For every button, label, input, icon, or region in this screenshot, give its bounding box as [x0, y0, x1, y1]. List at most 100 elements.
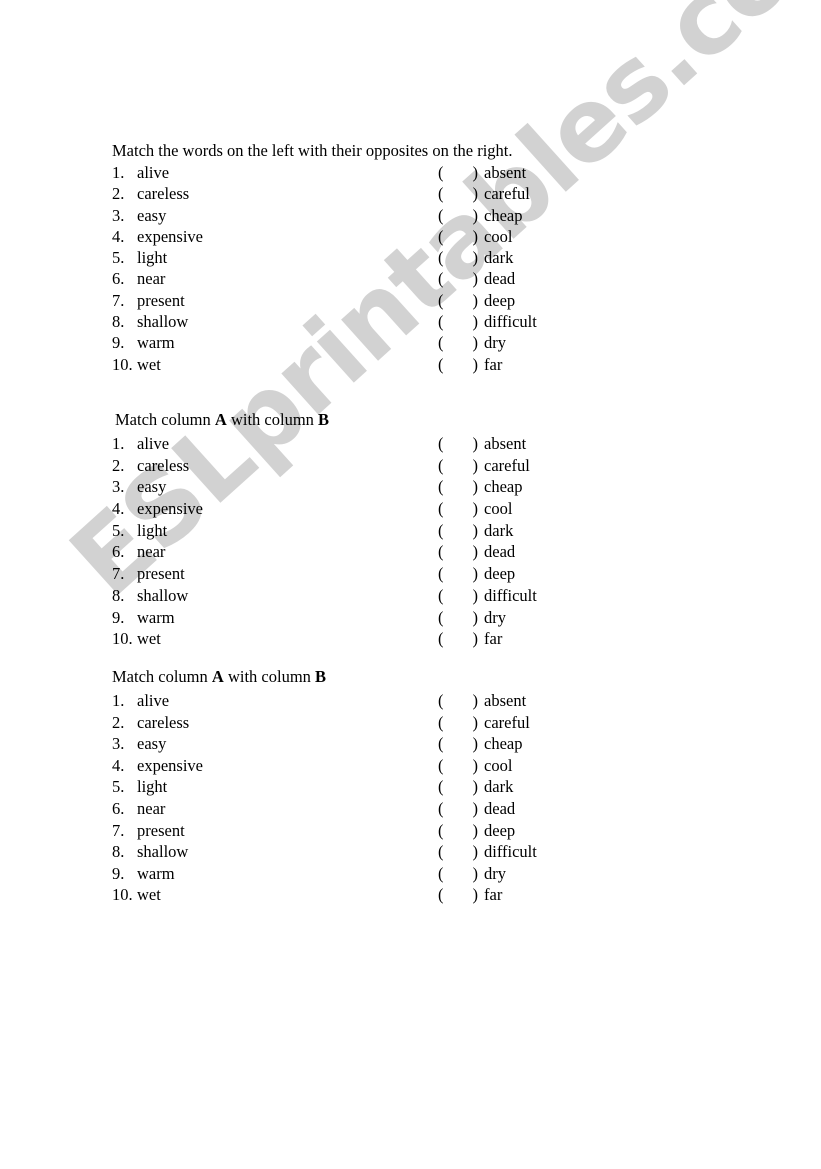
- paren-open: (: [438, 691, 444, 710]
- column-b-entry: () cool: [438, 498, 512, 520]
- item-number: 5.: [112, 777, 125, 797]
- column-b-entry: () absent: [438, 690, 526, 712]
- answer-blank[interactable]: (): [438, 162, 478, 183]
- item-number: 9.: [112, 863, 125, 883]
- answer-blank[interactable]: (): [438, 455, 478, 477]
- word-left: light: [137, 248, 168, 268]
- column-b-entry: () deep: [438, 820, 515, 842]
- column-a-entry: 10. wet: [112, 884, 438, 906]
- column-b-entry: () dry: [438, 863, 506, 885]
- matching-row: 1. alive () absent: [112, 433, 752, 455]
- word-right: dead: [484, 269, 516, 289]
- paren-open: (: [438, 455, 444, 475]
- answer-blank[interactable]: (): [438, 268, 478, 289]
- item-number: 2.: [112, 455, 125, 475]
- matching-row: 2. careless () careful: [112, 455, 752, 477]
- answer-blank[interactable]: (): [438, 776, 478, 798]
- column-a-entry: 6. near: [112, 798, 438, 820]
- answer-blank[interactable]: (): [438, 841, 478, 863]
- word-right: cheap: [484, 205, 523, 225]
- word-left: warm: [137, 863, 175, 883]
- word-left: easy: [137, 205, 167, 225]
- answer-blank[interactable]: (): [438, 712, 478, 734]
- column-a-entry: 7. present: [112, 290, 438, 311]
- column-a-entry: 5. light: [112, 520, 438, 542]
- answer-blank[interactable]: (): [438, 563, 478, 585]
- answer-blank[interactable]: (): [438, 332, 478, 353]
- item-number: 1.: [112, 163, 125, 182]
- answer-blank[interactable]: (): [438, 798, 478, 820]
- matching-row: 2. careless () careful: [112, 712, 752, 734]
- matching-row: 5. light () dark: [112, 776, 752, 798]
- word-left: shallow: [137, 585, 189, 605]
- column-b-entry: () dark: [438, 247, 513, 268]
- answer-blank[interactable]: (): [438, 290, 478, 311]
- paren-open: (: [438, 184, 444, 204]
- matching-row: 4. expensive () cool: [112, 755, 752, 777]
- paren-open: (: [438, 312, 444, 332]
- answer-blank[interactable]: (): [438, 433, 478, 455]
- word-right: cheap: [484, 477, 523, 497]
- word-left: easy: [137, 477, 167, 497]
- exercise-2-pair-list: 1. alive () absent 2. careless () careful 3. easy…: [112, 433, 752, 650]
- item-number: 9.: [112, 607, 125, 627]
- answer-blank[interactable]: (): [438, 820, 478, 842]
- word-left: careless: [137, 184, 190, 204]
- answer-blank[interactable]: (): [438, 498, 478, 520]
- word-right: cool: [484, 226, 513, 246]
- paren-open: (: [438, 885, 444, 905]
- word-left: light: [137, 777, 168, 797]
- word-left: wet: [137, 629, 161, 649]
- column-a-entry: 9. warm: [112, 332, 438, 353]
- word-right: cheap: [484, 734, 523, 754]
- column-a-entry: 4. expensive: [112, 755, 438, 777]
- answer-blank[interactable]: (): [438, 541, 478, 563]
- paren-open: (: [438, 333, 444, 353]
- answer-blank[interactable]: (): [438, 884, 478, 906]
- paren-open: (: [438, 163, 444, 182]
- answer-blank[interactable]: (): [438, 863, 478, 885]
- column-a-label: A: [211, 667, 224, 686]
- matching-row: 9. warm () dry: [112, 607, 752, 629]
- matching-row: 5. light () dark: [112, 520, 752, 542]
- answer-blank[interactable]: (): [438, 755, 478, 777]
- heading-text: Match the words on the left with their o…: [112, 141, 513, 160]
- answer-blank[interactable]: (): [438, 607, 478, 629]
- paren-open: (: [438, 542, 444, 562]
- column-a-entry: 6. near: [112, 268, 438, 289]
- word-right: absent: [484, 434, 527, 453]
- matching-row: 10. wet() far: [112, 628, 752, 650]
- item-number: 10.: [112, 629, 133, 649]
- column-a-entry: 9. warm: [112, 607, 438, 629]
- answer-blank[interactable]: (): [438, 690, 478, 712]
- answer-blank[interactable]: (): [438, 205, 478, 226]
- answer-blank[interactable]: (): [438, 183, 478, 204]
- paren-open: (: [438, 248, 444, 268]
- word-right: difficult: [484, 842, 537, 862]
- word-left: expensive: [137, 755, 203, 775]
- answer-blank[interactable]: (): [438, 247, 478, 268]
- answer-blank[interactable]: (): [438, 226, 478, 247]
- matching-row: 4. expensive () cool: [112, 226, 752, 247]
- column-a-entry: 2. careless: [112, 183, 438, 204]
- answer-blank[interactable]: (): [438, 628, 478, 650]
- answer-blank[interactable]: (): [438, 354, 478, 375]
- column-a-entry: 4. expensive: [112, 226, 438, 247]
- matching-row: 4. expensive () cool: [112, 498, 752, 520]
- column-b-entry: () far: [438, 884, 502, 906]
- matching-row: 7. present () deep: [112, 820, 752, 842]
- item-number: 6.: [112, 269, 125, 289]
- exercise-3-heading: Match column A with column B: [112, 666, 752, 687]
- answer-blank[interactable]: (): [438, 476, 478, 498]
- column-b-entry: () dead: [438, 798, 515, 820]
- answer-blank[interactable]: (): [438, 585, 478, 607]
- matching-row: 9. warm () dry: [112, 332, 752, 353]
- answer-blank[interactable]: (): [438, 733, 478, 755]
- column-a-entry: 5. light: [112, 247, 438, 268]
- answer-blank[interactable]: (): [438, 311, 478, 332]
- item-number: 8.: [112, 585, 125, 605]
- paren-open: (: [438, 499, 444, 519]
- paren-open: (: [438, 629, 444, 649]
- answer-blank[interactable]: (): [438, 520, 478, 542]
- paren-open: (: [438, 734, 444, 754]
